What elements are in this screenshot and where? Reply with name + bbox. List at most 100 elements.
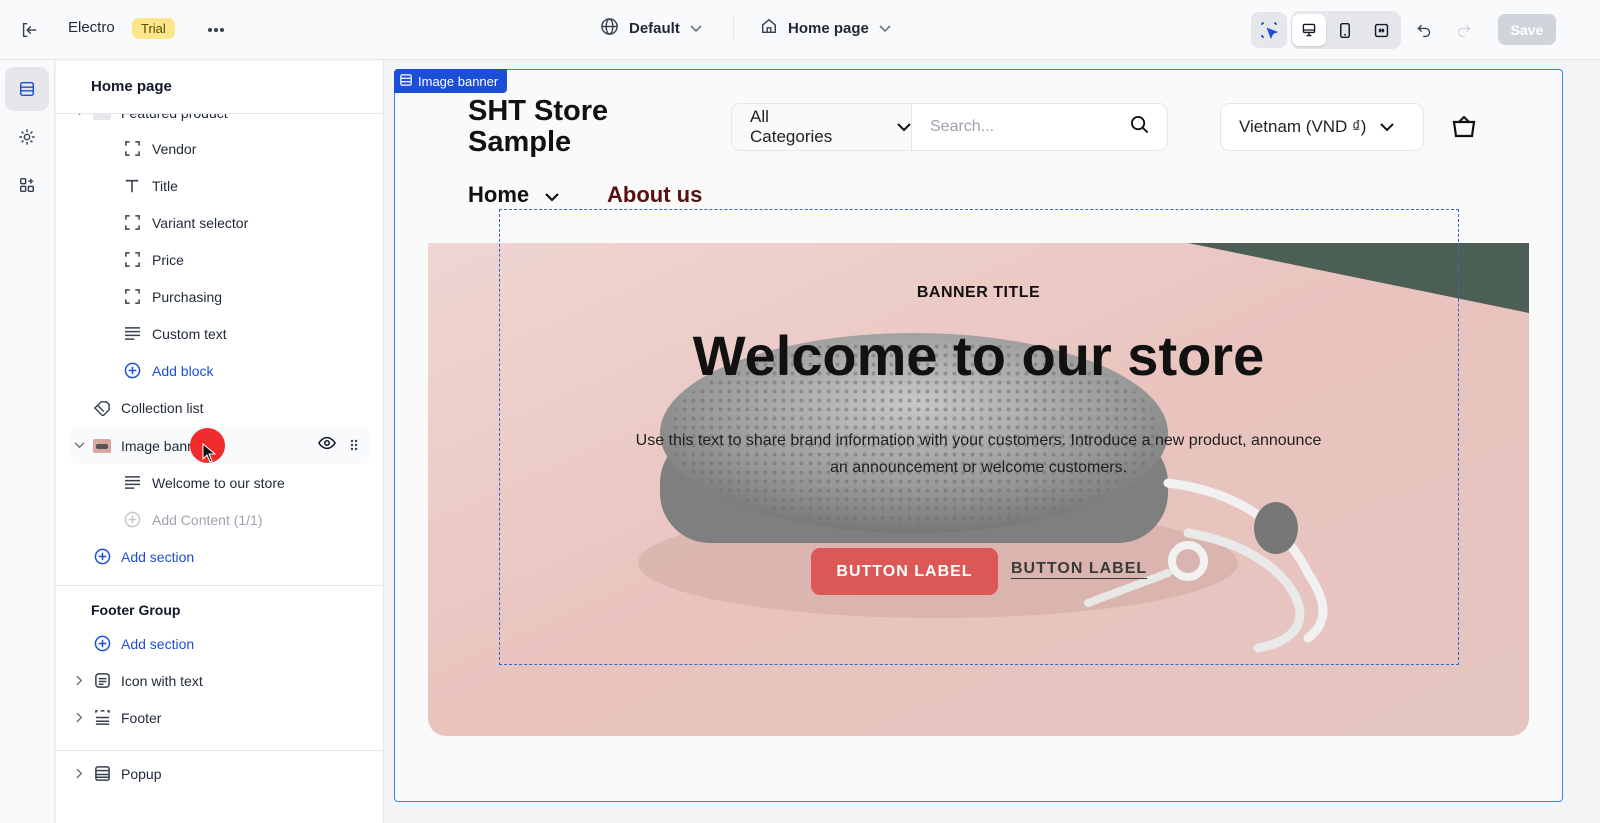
viewport-switcher <box>1291 11 1401 49</box>
mouse-cursor-icon <box>202 442 217 466</box>
section-collection-list[interactable]: Collection list <box>56 389 383 426</box>
add-block-label: Add block <box>152 362 214 379</box>
chevron-right-icon[interactable] <box>72 767 86 781</box>
inspector-icon[interactable] <box>1251 12 1287 48</box>
text-icon <box>122 176 142 196</box>
redo-icon[interactable] <box>1451 17 1477 43</box>
chevron-right-icon[interactable] <box>72 711 86 725</box>
category-select[interactable]: All Categories <box>732 104 912 150</box>
desktop-view-icon[interactable] <box>1292 14 1326 46</box>
add-section-button[interactable]: Add section <box>56 538 383 575</box>
footer-add-section-button[interactable]: Add section <box>56 625 383 662</box>
nav-about[interactable]: About us <box>607 182 702 208</box>
plus-circle-icon <box>92 547 112 567</box>
block-vendor[interactable]: Vendor <box>56 130 383 167</box>
storefront-preview: SHT Store Sample All Categories Search..… <box>394 69 1563 802</box>
sections-icon[interactable] <box>5 67 49 111</box>
block-label: Purchasing <box>152 288 223 305</box>
block-label: Welcome to our store <box>152 474 285 491</box>
currency-label: Vietnam (VND ₫) <box>1239 117 1367 136</box>
selection-tag[interactable]: Image banner <box>394 69 508 93</box>
block-custom-text[interactable]: Custom text <box>56 315 383 352</box>
divider <box>56 750 383 751</box>
chevron-down-icon[interactable] <box>72 439 86 453</box>
chevron-down-icon <box>897 117 911 137</box>
plus-circle-icon <box>122 510 142 530</box>
nav-home-label: Home <box>468 182 530 207</box>
mobile-view-icon[interactable] <box>1328 14 1362 46</box>
add-content-label: Add Content (1/1) <box>152 511 263 528</box>
sections-sidebar: Home page Featured product Vendor Title … <box>56 61 384 823</box>
gear-icon[interactable] <box>5 115 49 159</box>
selection-tag-label: Image banner <box>418 73 499 89</box>
currency-selector[interactable]: Vietnam (VND ₫) <box>1220 103 1424 151</box>
section-footer[interactable]: Footer <box>56 699 383 736</box>
chevron-down-icon <box>545 182 559 208</box>
block-welcome[interactable]: Welcome to our store <box>56 464 383 501</box>
undo-icon[interactable] <box>1411 17 1437 43</box>
search-icon[interactable] <box>1130 115 1149 139</box>
add-content-button: Add Content (1/1) <box>56 501 383 538</box>
add-block-button[interactable]: Add block <box>56 352 383 389</box>
dashed-square-icon <box>122 250 142 270</box>
drag-handle-icon[interactable] <box>350 438 358 454</box>
globe-icon <box>600 17 619 40</box>
banner-secondary-button[interactable]: BUTTON LABEL <box>1011 560 1147 578</box>
apps-icon[interactable] <box>5 163 49 207</box>
section-popup[interactable]: Popup <box>56 755 383 792</box>
layout-icon <box>92 708 112 728</box>
block-variant-selector[interactable]: Variant selector <box>56 204 383 241</box>
banner-primary-button[interactable]: BUTTON LABEL <box>811 548 998 595</box>
lines-icon <box>122 324 142 344</box>
nav-home[interactable]: Home <box>468 182 559 208</box>
sidebar-header: Home page <box>56 61 383 114</box>
chevron-down-icon <box>879 20 891 37</box>
block-label: Vendor <box>152 140 197 157</box>
section-icon-with-text[interactable]: Icon with text <box>56 662 383 699</box>
cart-icon[interactable] <box>1452 115 1476 141</box>
store-logo[interactable]: SHT Store Sample <box>468 96 668 158</box>
category-label: All Categories <box>750 107 833 146</box>
text-box-icon <box>92 671 112 691</box>
block-purchasing[interactable]: Purchasing <box>56 278 383 315</box>
store-name: Electro <box>68 19 115 36</box>
sidebar-title: Home page <box>91 78 172 95</box>
block-label: Title <box>152 177 178 194</box>
block-label: Price <box>152 251 184 268</box>
dashed-square-icon <box>122 287 142 307</box>
eye-icon[interactable] <box>318 436 336 453</box>
banner-subtitle: BANNER TITLE <box>916 284 1041 301</box>
section-label: Footer <box>121 709 162 726</box>
section-label: Icon with text <box>121 672 203 689</box>
home-icon <box>760 17 778 39</box>
theme-label: Default <box>629 20 680 37</box>
chevron-down-icon <box>1380 117 1395 137</box>
footer-group-title: Footer Group <box>91 602 181 618</box>
popup-icon <box>92 764 112 784</box>
section-label: Collection list <box>121 399 204 416</box>
top-bar: Electro Trial Default Home page Save <box>0 0 1600 60</box>
search-bar: All Categories Search... <box>731 103 1168 151</box>
chevron-right-icon[interactable] <box>72 674 86 688</box>
more-icon[interactable] <box>203 18 229 42</box>
trial-badge: Trial <box>132 18 175 39</box>
fullwidth-view-icon[interactable] <box>1364 14 1398 46</box>
section-icon <box>400 73 412 89</box>
add-section-label: Add section <box>121 548 195 565</box>
section-label: Popup <box>121 765 162 782</box>
preview-canvas: SHT Store Sample All Categories Search..… <box>385 61 1600 823</box>
plus-circle-icon <box>122 361 142 381</box>
banner-text: Use this text to share brand information… <box>635 432 1322 476</box>
save-button[interactable]: Save <box>1498 14 1556 45</box>
dashed-square-icon <box>122 139 142 159</box>
divider <box>56 585 383 586</box>
theme-selector[interactable]: Default <box>600 17 702 40</box>
chevron-down-icon <box>690 20 702 37</box>
page-selector[interactable]: Home page <box>760 17 891 39</box>
banner-thumb-icon <box>92 436 112 456</box>
block-title[interactable]: Title <box>56 167 383 204</box>
exit-icon[interactable] <box>14 15 44 45</box>
block-label: Variant selector <box>152 214 249 231</box>
block-price[interactable]: Price <box>56 241 383 278</box>
search-input[interactable]: Search... <box>912 104 1167 150</box>
